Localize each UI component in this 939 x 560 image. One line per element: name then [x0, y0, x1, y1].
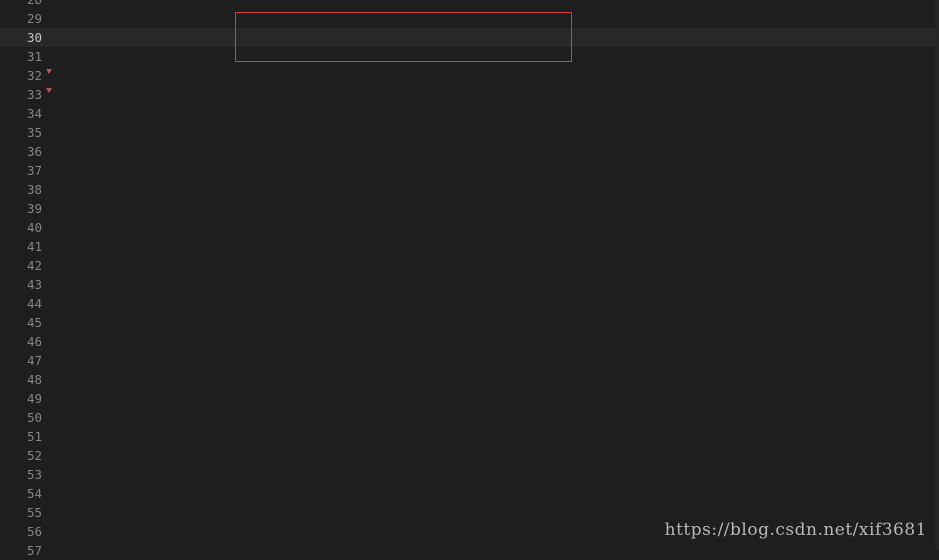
fold-marker-icon[interactable] — [46, 88, 52, 93]
code-line[interactable]: 34<ion-row *ngIf="title.news"> — [0, 104, 939, 123]
line-number: 30 — [26, 30, 42, 45]
code-line[interactable]: 45 — [0, 313, 939, 332]
line-number: 29 — [26, 11, 42, 26]
line-number: 42 — [26, 258, 42, 273]
line-number: 34 — [26, 106, 42, 121]
code-line[interactable]: 48</div> — [0, 370, 939, 389]
line-number: 54 — [26, 486, 42, 501]
line-number: 47 — [26, 353, 42, 368]
code-line[interactable]: 57<div class="cursor-si main-font-size b… — [0, 541, 939, 560]
fold-marker-icon[interactable] — [46, 69, 52, 74]
line-number: 32 — [26, 68, 42, 83]
code-line[interactable]: 41<ion-col col-12 col-sm-12 col-md-12 co… — [0, 237, 939, 256]
line-number: 35 — [26, 125, 42, 140]
code-line[interactable]: 53<div class="home-img-1 cursor-si"> — [0, 465, 939, 484]
line-number: 28 — [0, 0, 42, 9]
code-line[interactable]: 44</div> — [0, 294, 939, 313]
code-line[interactable]: 38</ion-col> — [0, 180, 939, 199]
line-number: 31 — [26, 49, 42, 64]
line-number: 40 — [26, 220, 42, 235]
code-line[interactable]: 35<ion-col col-12 col-sm-12 col-md-12 co… — [0, 123, 939, 142]
code-line[interactable]: 29 — [0, 9, 939, 28]
line-number: 37 — [26, 163, 42, 178]
line-number: 51 — [26, 429, 42, 444]
line-number: 53 — [26, 467, 42, 482]
code-line[interactable]: 32<div id="js_article" class="rich_media… — [0, 66, 939, 85]
line-number: 33 — [26, 87, 42, 102]
vertical-scrollbar[interactable] — [935, 0, 939, 550]
line-number: 44 — [26, 296, 42, 311]
code-line[interactable]: 54<img src="{{policyArt.top_image || new… — [0, 484, 939, 503]
line-number: 57 — [26, 543, 42, 558]
line-number: 45 — [26, 315, 42, 330]
line-number: 38 — [26, 182, 42, 197]
code-line[interactable]: 28</ion-header> — [0, 0, 939, 9]
line-number: 36 — [26, 144, 42, 159]
code-editor[interactable]: 28</ion-header> 29 30<ion-content padding … — [0, 0, 939, 560]
code-line[interactable]: 40<ion-row *ngIf="title.news && title.ne… — [0, 218, 939, 237]
code-line[interactable]: 33<ion-grid *ngFor="let title of model.c… — [0, 85, 939, 104]
code-line[interactable]: 36<h4 class="title-h4">{{title.name}}</h… — [0, 142, 939, 161]
line-number: 48 — [26, 372, 42, 387]
code-line[interactable]: 30<ion-content padding (ionScroll)="scro… — [0, 28, 939, 47]
line-number: 56 — [26, 524, 42, 539]
line-number: 49 — [26, 391, 42, 406]
code-line[interactable]: 51<ion-row *ngIf="title.news && title.ne… — [0, 427, 939, 446]
code-line[interactable]: 31 — [0, 47, 939, 66]
line-number: 52 — [26, 448, 42, 463]
code-line[interactable]: 50</ion-row> — [0, 408, 939, 427]
code-line[interactable]: 39</ion-row> — [0, 199, 939, 218]
code-line[interactable]: 47<a (click)="openPage(policyArt.id)">{{… — [0, 351, 939, 370]
line-number: 50 — [26, 410, 42, 425]
code-line[interactable]: 43<img src="{{policyArt.top_image || new… — [0, 275, 939, 294]
code-line[interactable]: 37 — [0, 161, 939, 180]
line-number: 46 — [26, 334, 42, 349]
code-line[interactable]: 52<ion-col col-12 col-sm-12 col-md-12 co… — [0, 446, 939, 465]
line-number: 55 — [26, 505, 42, 520]
line-number: 39 — [26, 201, 42, 216]
line-number: 43 — [26, 277, 42, 292]
watermark: https://blog.csdn.net/xif3681 — [664, 520, 927, 540]
line-number: 41 — [26, 239, 42, 254]
code-line[interactable]: 49</ion-col> — [0, 389, 939, 408]
code-line[interactable]: 42<div class="home-img-1 cursor-si"> — [0, 256, 939, 275]
code-line[interactable]: 46<div class="cursor-si main-font-size b… — [0, 332, 939, 351]
